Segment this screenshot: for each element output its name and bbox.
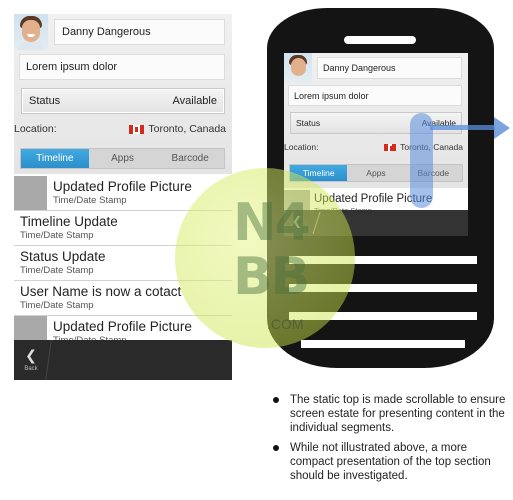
timeline-list: Updated Profile Picture Time/Date Stamp … [14,176,232,351]
status-label: Status [296,118,321,128]
thumbnail [14,176,47,210]
list-item[interactable]: Timeline Update Time/Date Stamp [14,211,232,246]
status-message-text: Lorem ipsum dolor [26,61,118,73]
status-message-field[interactable]: Lorem ipsum dolor [288,85,462,106]
location-label: Location: [284,142,319,152]
status-message-text: Lorem ipsum dolor [294,90,369,101]
item-title: Timeline Update [20,214,118,229]
list-item[interactable]: User Name is now a cotact Time/Date Stam… [14,281,232,316]
arrow-line [430,125,496,130]
placeholder-line [289,256,477,264]
segmented-tabs: Timeline Apps Barcode [20,148,225,169]
notes-list: The static top is made scrollable to ens… [270,393,510,489]
tab-apps[interactable]: Apps [347,165,404,181]
canada-flag-icon [129,124,145,134]
location-value: Toronto, Canada [148,123,226,135]
status-value: Available [172,95,217,107]
avatar[interactable] [284,53,312,83]
placeholder-line [289,312,477,320]
tab-timeline[interactable]: Timeline [21,149,89,168]
list-item[interactable]: Updated Profile Picture Time/Date Stamp [14,176,232,211]
item-stamp: Time/Date Stamp [53,195,127,206]
item-stamp: Time/Date Stamp [20,265,94,276]
profile-header: Danny Dangerous Lorem ipsum dolor Status… [14,14,232,174]
note-text: While not illustrated above, a more comp… [290,442,491,482]
item-stamp: Time/Date Stamp [20,300,94,311]
name-text: Danny Dangerous [323,63,396,73]
item-title: User Name is now a cotact [20,284,182,299]
tab-barcode[interactable]: Barcode [156,149,224,168]
avatar[interactable] [14,14,48,50]
status-message-field[interactable]: Lorem ipsum dolor [19,54,225,80]
phone-screen: Danny Dangerous Lorem ipsum dolor Status… [284,53,468,236]
placeholder-line [289,284,477,292]
name-field[interactable]: Danny Dangerous [317,57,462,79]
status-label: Status [29,95,61,107]
profile-screen: Danny Dangerous Lorem ipsum dolor Status… [14,14,232,380]
location-label: Location: [14,123,57,135]
earpiece [344,36,416,44]
placeholder-line [301,340,465,348]
canada-flag-icon [384,143,397,151]
action-bar: ❮ [284,210,468,236]
arrow-right-icon [494,117,510,139]
item-title: Status Update [20,249,106,264]
chevron-left-icon: ❮ [25,347,37,363]
phone-mockup: Danny Dangerous Lorem ipsum dolor Status… [267,8,494,368]
bullet-icon [273,445,279,451]
note-item: While not illustrated above, a more comp… [270,441,510,483]
bullet-icon [273,397,279,403]
chevron-left-icon[interactable]: ❮ [292,214,302,228]
location-row: Location: Toronto, Canada [14,120,232,138]
item-title: Updated Profile Picture [53,179,192,194]
status-dropdown[interactable]: Status Available [21,88,225,114]
tab-timeline[interactable]: Timeline [290,165,348,181]
item-title: Updated Profile Picture [314,193,433,205]
item-stamp: Time/Date Stamp [20,230,94,241]
divider [312,212,321,234]
name-field[interactable]: Danny Dangerous [54,19,225,45]
back-button[interactable]: ❮ Back [14,340,48,380]
note-item: The static top is made scrollable to ens… [270,393,510,435]
action-bar: ❮ Back [14,340,232,380]
note-text: The static top is made scrollable to ens… [290,394,506,434]
segmented-tabs: Timeline Apps Barcode [289,164,463,182]
profile-header: Danny Dangerous Lorem ipsum dolor Status… [284,53,468,188]
back-label: Back [24,366,38,372]
location-row: Location: Toronto, Canada [284,140,468,154]
list-item[interactable]: Status Update Time/Date Stamp [14,246,232,281]
tab-apps[interactable]: Apps [89,149,157,168]
status-dropdown[interactable]: Status Available [290,112,462,134]
item-title: Updated Profile Picture [53,319,192,334]
name-text: Danny Dangerous [62,26,151,38]
